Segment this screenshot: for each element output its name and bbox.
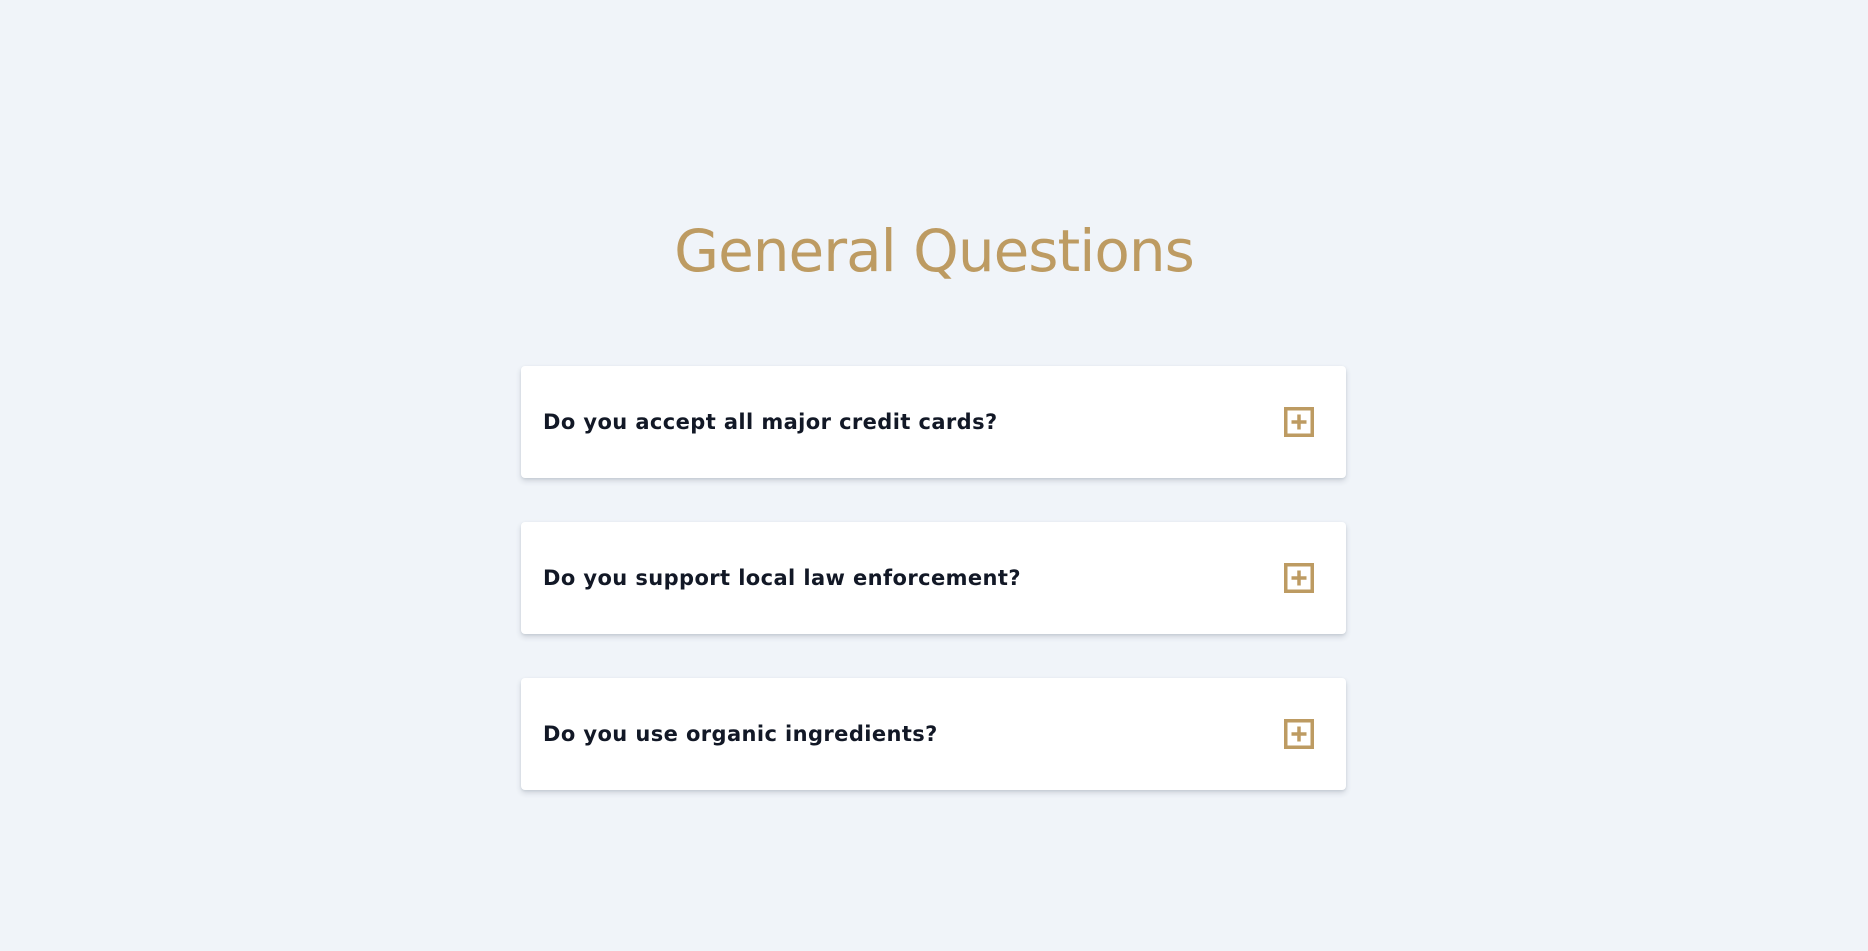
plus-square-icon[interactable] [1284,719,1314,749]
faq-item-law-enforcement[interactable]: Do you support local law enforcement? [521,522,1346,634]
faq-item-organic-ingredients[interactable]: Do you use organic ingredients? [521,678,1346,790]
plus-square-icon[interactable] [1284,563,1314,593]
faq-item-credit-cards[interactable]: Do you accept all major credit cards? [521,366,1346,478]
page-title: General Questions [674,217,1195,285]
faq-question: Do you accept all major credit cards? [543,410,998,434]
faq-question: Do you use organic ingredients? [543,722,938,746]
faq-section: General Questions Do you accept all majo… [0,0,1868,951]
plus-square-icon[interactable] [1284,407,1314,437]
faq-question: Do you support local law enforcement? [543,566,1021,590]
faq-list: Do you accept all major credit cards? Do… [521,366,1346,834]
